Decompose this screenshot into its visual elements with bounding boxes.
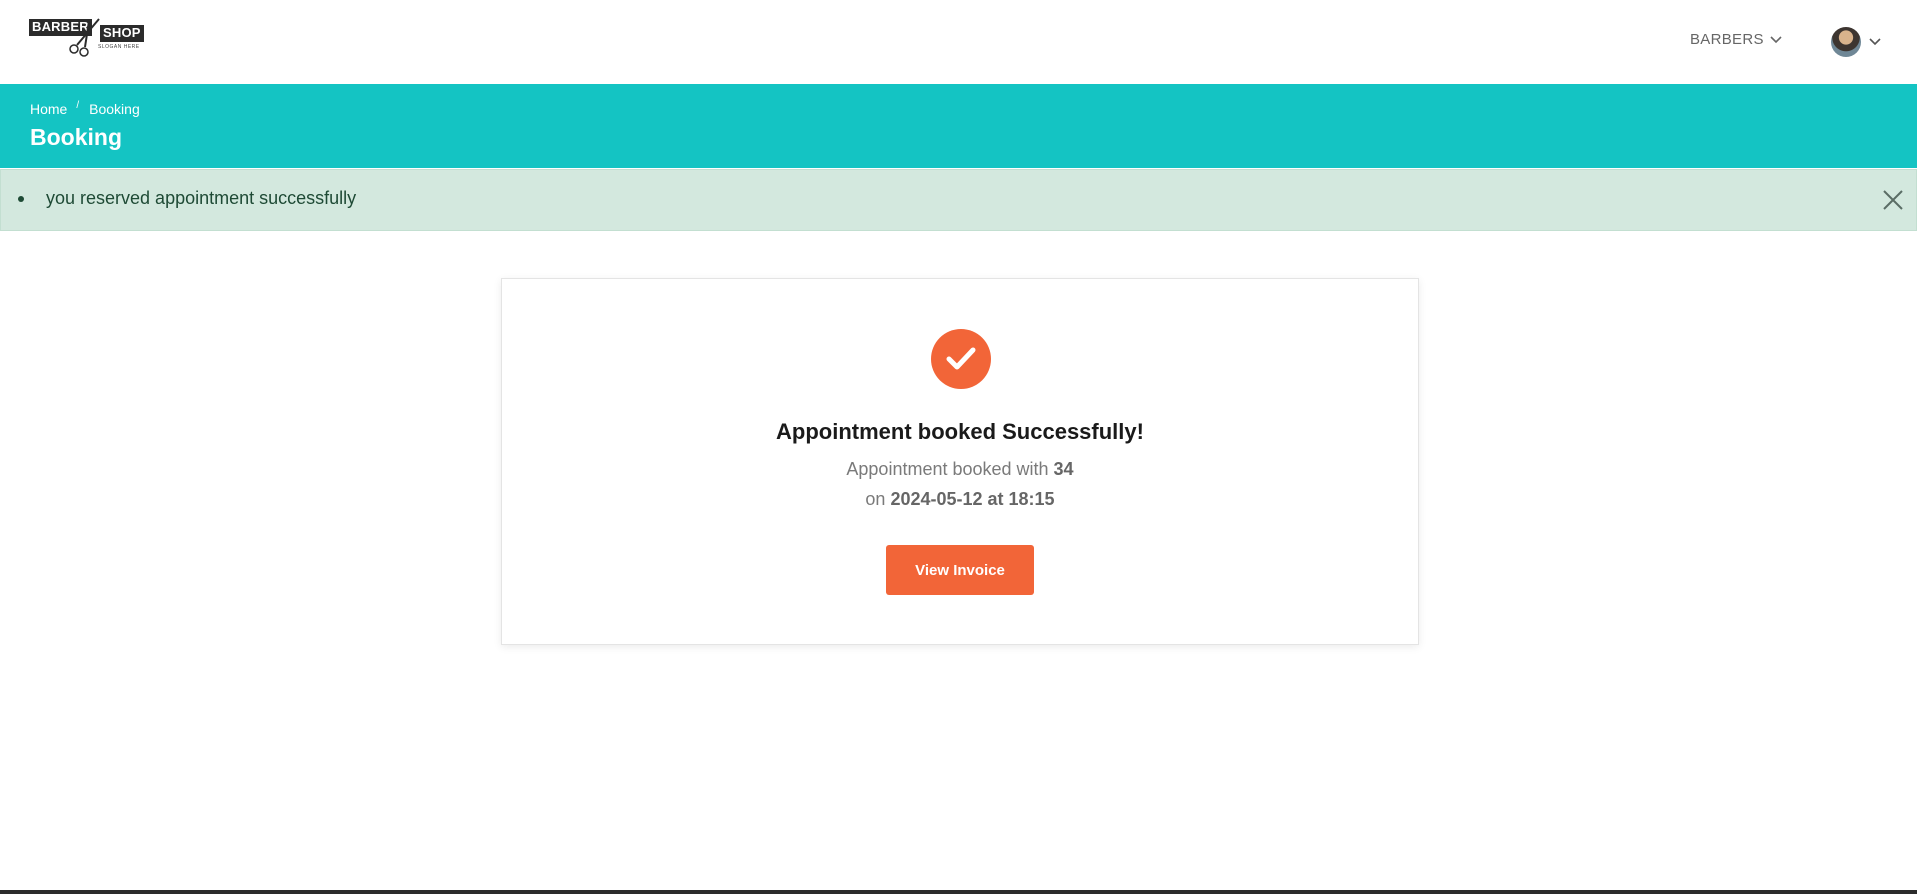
page-header-banner: Home / Booking Booking — [0, 84, 1917, 168]
chevron-down-icon — [1869, 38, 1881, 46]
confirmation-datetime-line: on 2024-05-12 at 18:15 — [502, 489, 1418, 510]
scissors-icon — [69, 18, 100, 57]
close-icon[interactable] — [1881, 188, 1905, 212]
alert-message: you reserved appointment successfully — [46, 188, 357, 208]
barber-id: 34 — [1053, 459, 1074, 479]
view-invoice-button[interactable]: View Invoice — [886, 545, 1034, 595]
brand-logo[interactable]: BARBER SHOP SLOGAN HERE — [29, 17, 147, 67]
alert-item: you reserved appointment successfully — [18, 188, 356, 209]
nav-barbers-label: BARBERS — [1690, 31, 1764, 48]
page-title: Booking — [30, 124, 122, 150]
avatar[interactable] — [1831, 27, 1861, 57]
confirmation-title: Appointment booked Successfully! — [776, 419, 1144, 444]
breadcrumb: Home / Booking — [30, 100, 140, 117]
datetime-line-prefix: on — [865, 489, 891, 509]
user-menu[interactable] — [1831, 27, 1881, 57]
breadcrumb-home[interactable]: Home — [30, 101, 67, 117]
confirmation-card: Appointment booked Successfully! Appoint… — [501, 278, 1419, 645]
alert-list: you reserved appointment successfully — [18, 188, 356, 209]
chevron-down-icon — [1770, 35, 1782, 43]
footer-strip — [0, 890, 1917, 894]
breadcrumb-separator: / — [76, 100, 80, 111]
success-alert: you reserved appointment successfully — [0, 169, 1917, 231]
confirmation-barber-line: Appointment booked with 34 — [502, 459, 1418, 480]
checkmark-icon — [931, 329, 991, 389]
breadcrumb-current: Booking — [89, 101, 140, 117]
barber-line-prefix: Appointment booked with — [846, 459, 1054, 479]
nav-barbers-dropdown[interactable]: BARBERS — [1690, 31, 1782, 48]
appointment-datetime: 2024-05-12 at 18:15 — [890, 489, 1055, 509]
bullet-icon — [18, 195, 24, 202]
top-navbar: BARBER SHOP SLOGAN HERE BARBERS — [0, 0, 1917, 84]
